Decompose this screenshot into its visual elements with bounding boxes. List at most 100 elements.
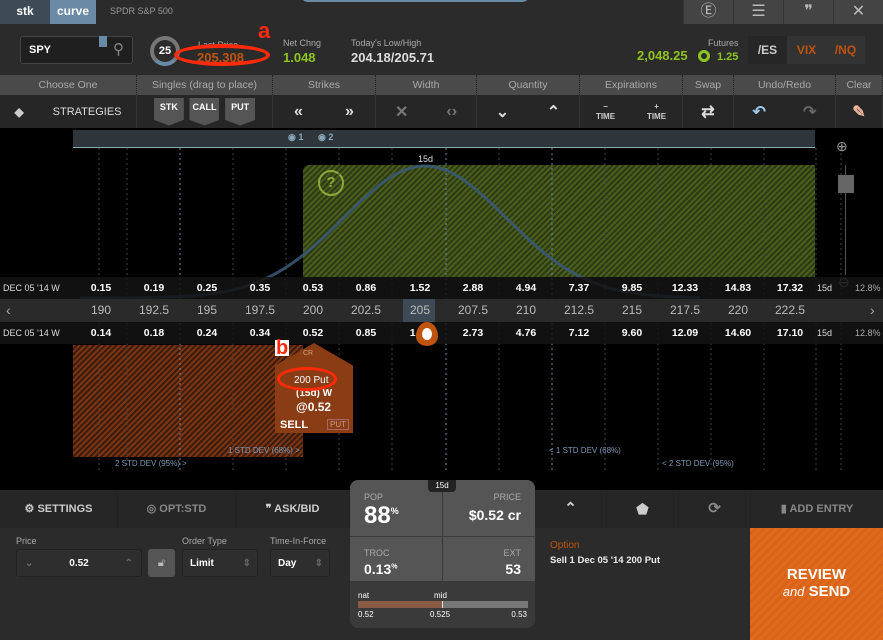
lower-option-price[interactable]: 12.09 <box>660 322 710 344</box>
strike-price[interactable]: 202.5 <box>341 299 391 321</box>
strike-price[interactable]: 195 <box>182 299 232 321</box>
search-icon[interactable]: ⚲ <box>113 40 124 58</box>
strike-price[interactable]: 197.5 <box>235 299 285 321</box>
option-section-label: Option <box>550 540 580 551</box>
eraser-icon[interactable]: ✎ <box>852 102 865 122</box>
opt-std-button[interactable]: ◎ OPT:STD <box>118 490 236 528</box>
quantity-down-icon[interactable]: ⌄ <box>496 102 509 122</box>
price-up-icon[interactable]: ⌃ <box>125 550 133 578</box>
strike-price[interactable]: 190 <box>76 299 126 321</box>
upper-option-price[interactable]: 9.85 <box>607 277 657 299</box>
upper-option-price[interactable]: 0.15 <box>76 277 126 299</box>
swap-icon[interactable]: ⇄ <box>701 102 714 122</box>
lower-option-price[interactable]: 9.60 <box>607 322 657 344</box>
symbol-name: SPDR S&P 500 <box>110 6 173 16</box>
tif-select[interactable]: Day ⇕ <box>270 549 330 577</box>
lower-option-price[interactable]: 0.24 <box>182 322 232 344</box>
strikes-next-arrow[interactable]: › <box>870 299 875 321</box>
upper-option-price[interactable]: 17.32 <box>765 277 815 299</box>
strike-price[interactable]: 212.5 <box>554 299 604 321</box>
width-widen-icon[interactable]: ‹› <box>446 103 457 121</box>
upper-option-price[interactable]: 12.33 <box>660 277 710 299</box>
strike-price[interactable]: 217.5 <box>660 299 710 321</box>
flag-icon[interactable]: ⬟ <box>607 490 679 528</box>
width-narrow-icon[interactable]: ✕ <box>395 102 408 122</box>
single-stk-button[interactable]: STK <box>153 97 184 126</box>
minus-time-button[interactable]: − TIME <box>596 102 615 122</box>
quote-marks-icon: ❞ <box>265 503 272 515</box>
earnings-icon[interactable]: Ⓔ <box>683 0 733 24</box>
strike-price[interactable]: 215 <box>607 299 657 321</box>
upper-option-price[interactable]: 0.19 <box>129 277 179 299</box>
strike-price[interactable]: 222.5 <box>765 299 815 321</box>
lower-option-price[interactable]: 0.14 <box>76 322 126 344</box>
single-put-button[interactable]: PUT <box>225 97 256 126</box>
header-singles: Singles (drag to place) <box>137 75 273 95</box>
lower-option-price[interactable]: 2.73 <box>448 322 498 344</box>
futures-label: Futures <box>708 38 739 48</box>
strategies-button[interactable]: ◆ STRATEGIES <box>0 95 137 128</box>
futures-vix-button[interactable]: VIX <box>787 36 826 64</box>
undo-icon[interactable]: ↶ <box>753 102 766 122</box>
tab-stk[interactable]: stk <box>0 0 50 24</box>
price-range-bar[interactable] <box>358 601 528 608</box>
refresh-icon[interactable]: ⟳ <box>679 490 751 528</box>
strikes-right-icon[interactable]: » <box>345 103 354 121</box>
header-expirations: Expirations <box>580 75 683 95</box>
annotation-label-a: a <box>258 18 271 43</box>
lower-option-price[interactable]: 0.85 <box>341 322 391 344</box>
header-choose-one: Choose One <box>0 75 137 95</box>
quote-icon[interactable]: ❞ <box>783 0 833 24</box>
upper-option-price[interactable]: 0.86 <box>341 277 391 299</box>
strike-price[interactable]: 200 <box>288 299 338 321</box>
upper-option-price[interactable]: 4.94 <box>501 277 551 299</box>
lower-option-price[interactable]: 0.52 <box>288 322 338 344</box>
strike-price[interactable]: 220 <box>713 299 763 321</box>
strike-price[interactable]: 205 <box>395 299 445 321</box>
strike-price[interactable]: 192.5 <box>129 299 179 321</box>
price-stepper[interactable]: ⌄ 0.52 ⌃ <box>16 549 142 577</box>
upper-option-price[interactable]: 1.52 <box>395 277 445 299</box>
upper-option-price[interactable]: 14.83 <box>713 277 763 299</box>
list-icon[interactable]: ☰ <box>733 0 783 24</box>
plus-time-button[interactable]: + TIME <box>647 102 666 122</box>
nat-label: nat <box>358 591 370 600</box>
upper-option-price[interactable]: 0.53 <box>288 277 338 299</box>
stats-days: 15d <box>428 480 456 492</box>
futures-nq-button[interactable]: /NQ <box>826 36 865 64</box>
net-change: 1.048 <box>283 50 316 65</box>
add-entry-button[interactable]: ▮ ADD ENTRY <box>751 490 883 528</box>
quantity-up-icon[interactable]: ⌃ <box>547 102 560 122</box>
single-call-button[interactable]: CALL <box>189 97 220 126</box>
tab-curve[interactable]: curve <box>50 0 96 24</box>
zoom-slider-handle[interactable] <box>838 175 854 193</box>
price-down-icon[interactable]: ⌄ <box>25 550 33 578</box>
lock-icon[interactable]: 🔓︎ <box>148 549 175 577</box>
upper-option-price[interactable]: 7.37 <box>554 277 604 299</box>
redo-icon[interactable]: ↷ <box>803 102 816 122</box>
upper-option-price[interactable]: 2.88 <box>448 277 498 299</box>
lower-option-price[interactable]: 7.12 <box>554 322 604 344</box>
strike-price[interactable]: 210 <box>501 299 551 321</box>
ask-bid-button[interactable]: ❞ ASK/BID <box>236 490 350 528</box>
upper-option-price[interactable]: 0.25 <box>182 277 232 299</box>
price-marker[interactable] <box>416 322 438 346</box>
strikes-prev-arrow[interactable]: ‹ <box>6 299 11 321</box>
settings-button[interactable]: ⚙ SETTINGS <box>0 490 118 528</box>
collapse-up-icon[interactable]: ⌃ <box>535 490 607 528</box>
strikes-left-icon[interactable]: « <box>294 103 303 121</box>
bookmark-icon[interactable] <box>99 36 107 47</box>
lower-option-price[interactable]: 14.60 <box>713 322 763 344</box>
symbol-search-input[interactable]: SPY ⚲ <box>20 36 133 64</box>
review-and-send-button[interactable]: REVIEW and SEND <box>750 528 883 640</box>
close-icon[interactable]: ✕ <box>833 0 883 24</box>
lower-option-price[interactable]: 0.18 <box>129 322 179 344</box>
order-type-select[interactable]: Limit ⇕ <box>182 549 258 577</box>
futures-es-button[interactable]: /ES <box>748 36 787 64</box>
lower-option-price[interactable]: 4.76 <box>501 322 551 344</box>
zoom-in-icon[interactable]: ⊕ <box>836 138 848 155</box>
annotation-ellipse-b <box>277 367 337 391</box>
upper-option-price[interactable]: 0.35 <box>235 277 285 299</box>
strike-price[interactable]: 207.5 <box>448 299 498 321</box>
lower-option-price[interactable]: 17.10 <box>765 322 815 344</box>
